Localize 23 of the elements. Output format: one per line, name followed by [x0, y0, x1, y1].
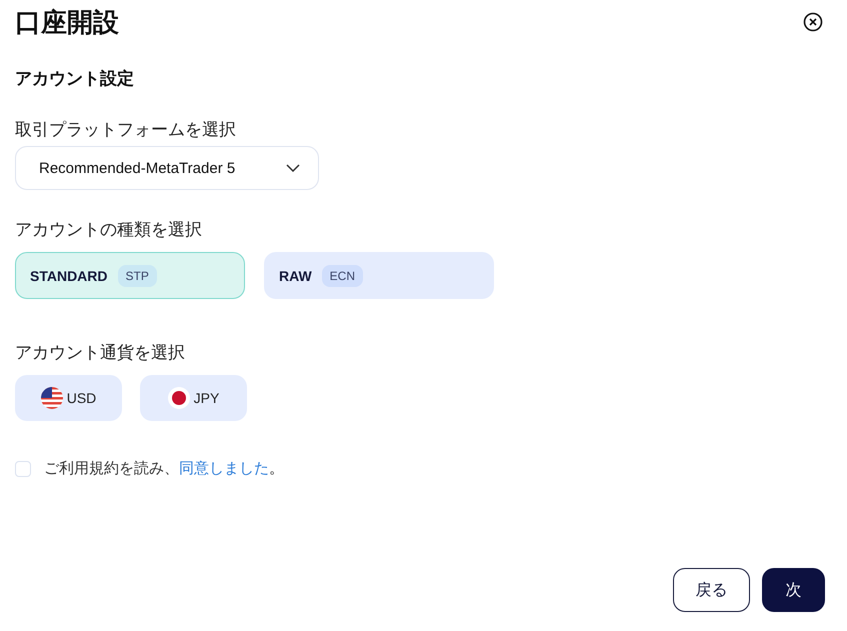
- next-button[interactable]: 次: [762, 568, 825, 612]
- account-type-option[interactable]: STANDARD STP: [15, 252, 245, 299]
- flag-icon: [168, 387, 190, 409]
- close-icon[interactable]: [803, 12, 823, 32]
- chevron-down-icon: [286, 164, 300, 172]
- section-title: アカウント設定: [15, 68, 135, 90]
- account-type-name: STANDARD: [30, 268, 108, 284]
- platform-dropdown[interactable]: Recommended-MetaTrader 5: [15, 146, 319, 190]
- currency-option[interactable]: JPY: [140, 375, 247, 421]
- field-label: アカウントの種類を選択: [15, 219, 203, 241]
- account-type-option[interactable]: RAW ECN: [264, 252, 494, 299]
- flag-icon: [40, 387, 63, 409]
- field-label: アカウント通貨を選択: [15, 342, 186, 364]
- back-button[interactable]: 戻る: [673, 568, 750, 612]
- account-type-name: RAW: [279, 268, 312, 284]
- dialog-title: 口座開設: [15, 6, 119, 38]
- account-type-tag: ECN: [322, 264, 364, 286]
- agreement-text: ご利用規約を読み、同意しました。: [44, 459, 284, 478]
- currency-option[interactable]: USD: [15, 375, 122, 421]
- agreement-checkbox[interactable]: [15, 460, 31, 476]
- field-label: 取引プラットフォームを選択: [15, 119, 237, 141]
- terms-link[interactable]: 同意しました: [179, 460, 269, 477]
- account-type-tag: STP: [118, 264, 157, 286]
